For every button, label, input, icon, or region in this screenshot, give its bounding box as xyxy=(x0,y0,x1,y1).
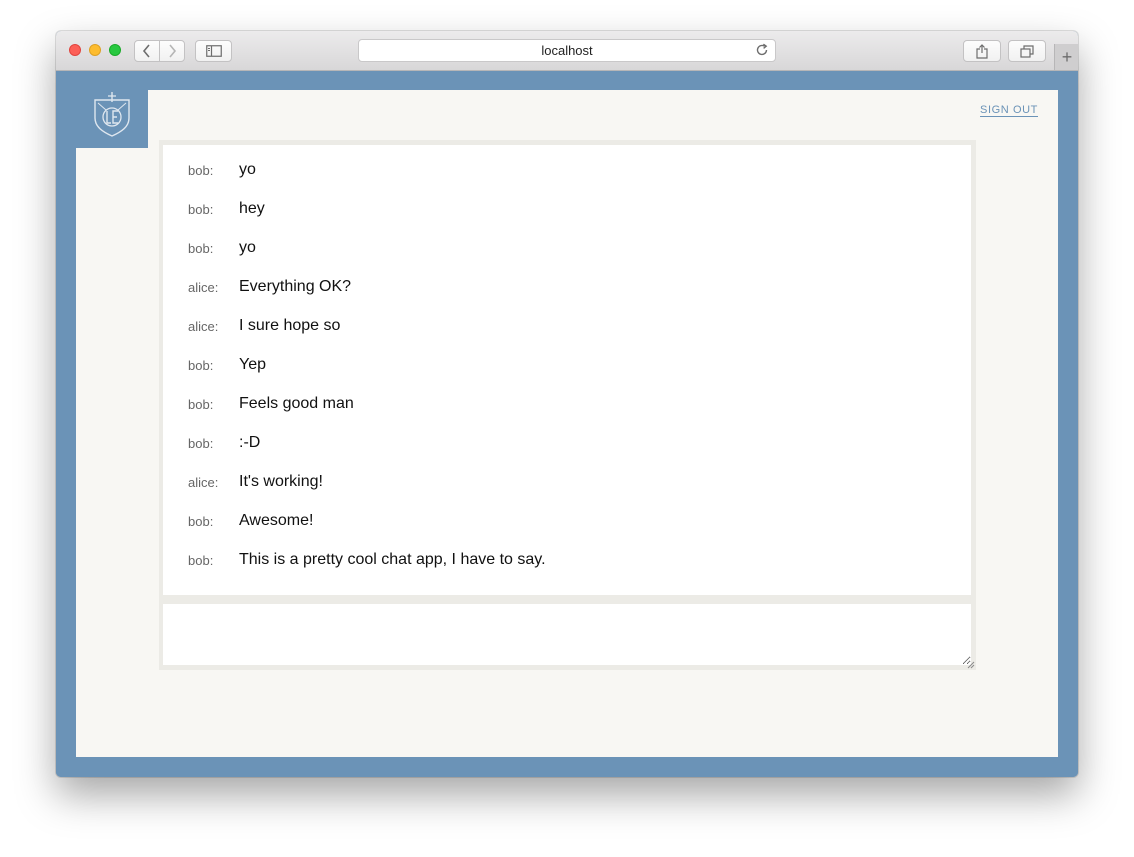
share-button[interactable] xyxy=(963,40,1001,62)
message-row: bob: Awesome! xyxy=(163,504,971,543)
plus-icon: + xyxy=(1061,47,1073,67)
forward-arrow-icon xyxy=(169,44,177,58)
show-tabs-button[interactable] xyxy=(1008,40,1046,62)
message-username: bob: xyxy=(188,514,214,529)
address-bar[interactable]: localhost xyxy=(358,39,776,62)
sign-out-link[interactable]: SIGN OUT xyxy=(980,104,1038,116)
shield-logo-icon xyxy=(94,92,130,137)
sidebar-toggle-button[interactable] xyxy=(195,40,232,62)
message-username: alice: xyxy=(188,319,219,334)
tabs-icon xyxy=(1020,44,1034,58)
message-text: This is a pretty cool chat app, I have t… xyxy=(239,551,546,568)
browser-toolbar: localhost + xyxy=(56,31,1078,71)
message-row: alice: I sure hope so xyxy=(163,309,971,348)
message-row: bob: This is a pretty cool chat app, I ha… xyxy=(163,543,971,582)
reload-icon[interactable] xyxy=(755,43,769,57)
forward-button[interactable] xyxy=(159,40,185,62)
message-row: bob: yo xyxy=(163,231,971,270)
share-icon xyxy=(976,43,988,59)
message-text: Everything OK? xyxy=(239,278,352,295)
sidebar-icon xyxy=(205,45,222,57)
message-row: bob: Yep xyxy=(163,348,971,387)
message-username: bob: xyxy=(188,241,214,256)
maximize-window-button[interactable] xyxy=(109,44,121,56)
message-text: It's working! xyxy=(239,473,323,490)
message-row: alice: It's working! xyxy=(163,465,971,504)
message-row: alice: Everything OK? xyxy=(163,270,971,309)
back-button[interactable] xyxy=(134,40,160,62)
message-text: I sure hope so xyxy=(239,317,341,334)
message-text: :-D xyxy=(239,434,261,451)
message-username: bob: xyxy=(188,202,214,217)
new-tab-button[interactable]: + xyxy=(1054,44,1078,70)
minimize-window-button[interactable] xyxy=(89,44,101,56)
browser-window: localhost + SIGN OUT bob: yo bob: hey bo… xyxy=(56,31,1078,777)
message-text: hey xyxy=(239,200,265,217)
message-row: bob: hey xyxy=(163,192,971,231)
address-text: localhost xyxy=(541,43,593,58)
message-text: Yep xyxy=(239,356,266,373)
message-username: bob: xyxy=(188,358,214,373)
message-text: Awesome! xyxy=(239,512,314,529)
message-username: bob: xyxy=(188,397,214,412)
app-panel: SIGN OUT bob: yo bob: hey bob: yo alice: Everyt… xyxy=(76,90,1058,757)
page-viewport: SIGN OUT bob: yo bob: hey bob: yo alice: Everyt… xyxy=(56,71,1078,777)
message-username: bob: xyxy=(188,436,214,451)
close-window-button[interactable] xyxy=(69,44,81,56)
message-username: bob: xyxy=(188,553,214,568)
message-input[interactable] xyxy=(163,604,971,665)
message-username: bob: xyxy=(188,163,214,178)
logo[interactable] xyxy=(76,90,148,148)
message-list: bob: yo bob: hey bob: yo alice: Everything OK? a… xyxy=(163,145,971,595)
message-username: alice: xyxy=(188,475,219,490)
message-text: yo xyxy=(239,161,256,178)
message-row: bob: :-D xyxy=(163,426,971,465)
message-row: bob: yo xyxy=(163,153,971,192)
message-text: Feels good man xyxy=(239,395,354,412)
back-arrow-icon xyxy=(142,44,150,58)
message-text: yo xyxy=(239,239,256,256)
message-username: alice: xyxy=(188,280,219,295)
chat-container: bob: yo bob: hey bob: yo alice: Everything OK? a… xyxy=(159,140,976,670)
message-row: bob: Feels good man xyxy=(163,387,971,426)
resize-grip-icon[interactable] xyxy=(967,661,975,669)
